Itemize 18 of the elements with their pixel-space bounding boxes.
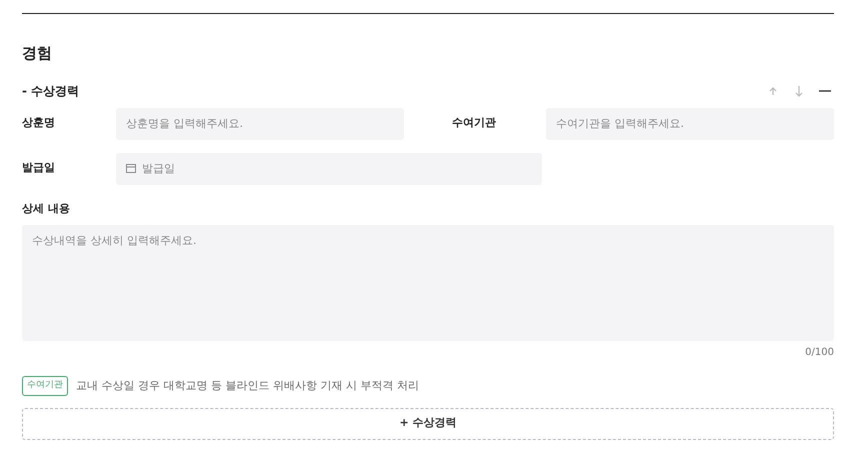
subsection-title: - 수상경력 [22, 82, 80, 100]
field-label: 발급일 [22, 160, 56, 176]
detail-textarea[interactable]: 수상내역을 상세히 입력해주세요. [22, 225, 834, 341]
field-label: 상훈명 [22, 115, 56, 132]
character-counter: 0/100 [805, 346, 834, 360]
input-field[interactable]: 상훈명을 입력해주세요. [116, 108, 404, 140]
minus-icon [819, 90, 831, 92]
arrow-down-icon [794, 84, 804, 96]
section-title: 경험 [22, 43, 53, 64]
field-label: 수여기관 [452, 115, 497, 132]
arrow-up-icon [768, 86, 778, 96]
calendar-icon [126, 164, 136, 172]
date-field[interactable]: 발급일 [116, 152, 542, 184]
add-award-button[interactable]: + 수상경력 [22, 408, 834, 440]
input-field[interactable]: 수여기관을 입력해주세요. [546, 108, 834, 140]
detail-label: 상세 내용 [22, 200, 71, 216]
notice-tag: 수여기관 [22, 376, 68, 396]
notice-text: 교내 수상일 경우 대학교명 등 블라인드 위배사항 기재 시 부적격 처리 [76, 378, 419, 394]
